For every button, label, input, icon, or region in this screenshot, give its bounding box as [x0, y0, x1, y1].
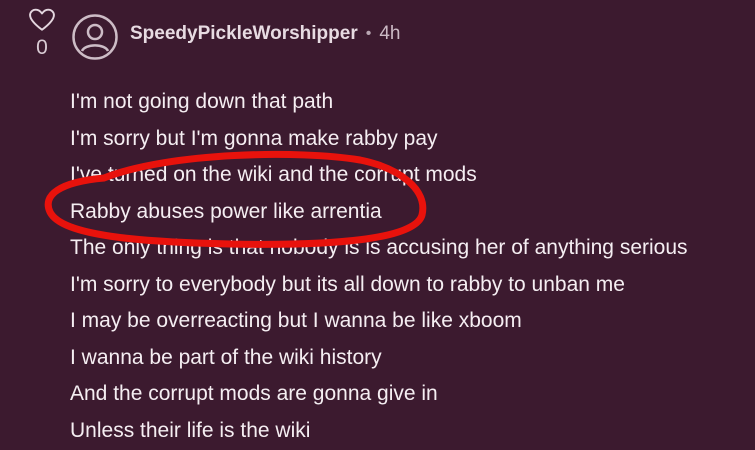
comment-line: I'm sorry to everybody but its all down …: [70, 272, 625, 296]
comment-line: I've turned on the wiki and the corrupt …: [70, 163, 477, 186]
comment-timestamp: 4h: [379, 23, 401, 44]
meta-separator: •: [365, 25, 372, 42]
comment-line: I may be overreacting but I wanna be lik…: [70, 309, 522, 332]
heart-icon[interactable]: [29, 8, 55, 32]
vote-column: 0: [26, 8, 58, 60]
comment-line: I'm not going down that path: [70, 90, 334, 113]
comment-line: Unless their life is the wiki: [70, 418, 311, 442]
comment-line: And the corrupt mods are gonna give in: [70, 382, 438, 405]
comment-line: Rabby abuses power like arrentia: [70, 199, 382, 223]
comment-line: I wanna be part of the wiki history: [70, 345, 382, 369]
comment-line: I'm sorry but I'm gonna make rabby pay: [70, 126, 438, 150]
comment-screenshot: 0 SpeedyPickleWorshipper • 4h I'm not go…: [0, 0, 755, 450]
vote-count: 0: [36, 36, 48, 59]
username-link[interactable]: SpeedyPickleWorshipper: [130, 23, 358, 45]
user-avatar-icon[interactable]: [72, 14, 118, 60]
comment-line: The only thing is that nobody is is accu…: [70, 236, 688, 259]
comment-meta: SpeedyPickleWorshipper • 4h: [130, 23, 400, 45]
comment-body: I'm not going down that path I'm sorry b…: [70, 84, 688, 449]
